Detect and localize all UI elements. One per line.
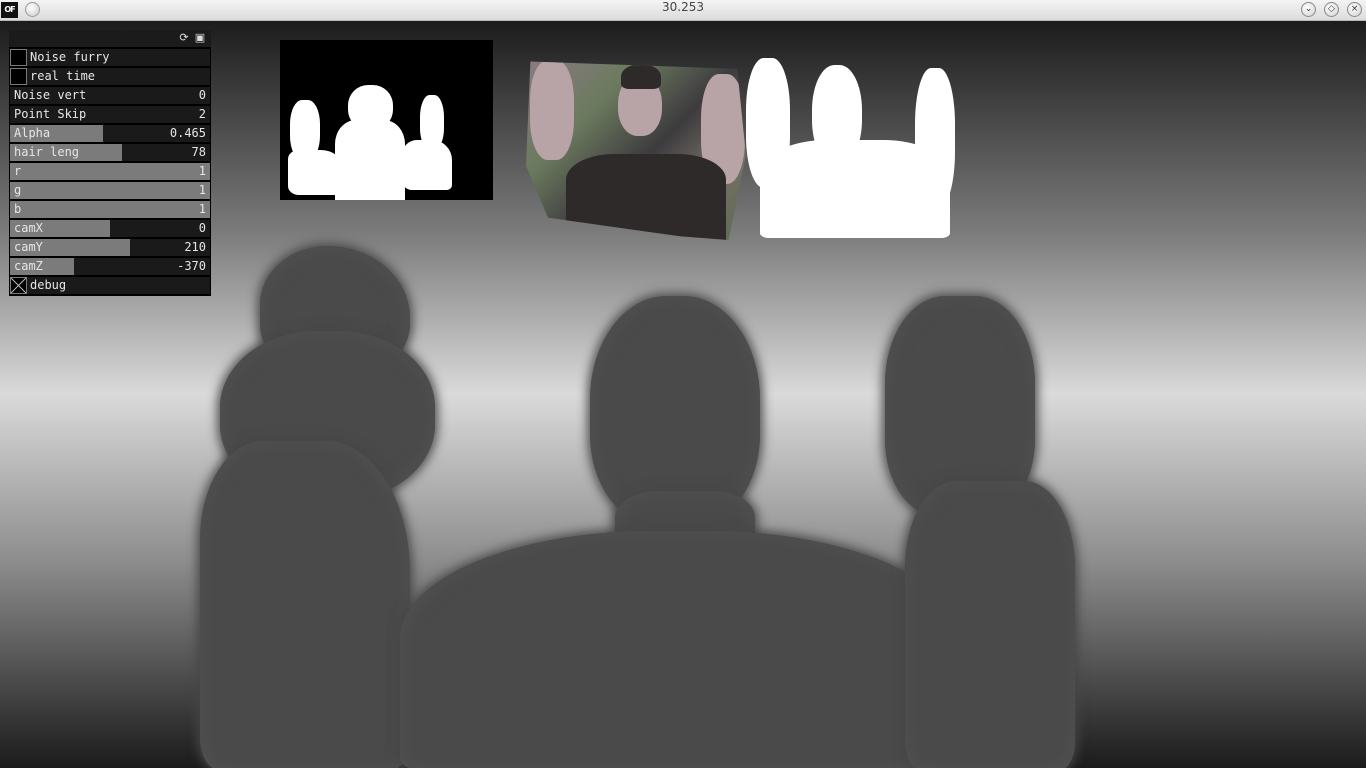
fur-right-arm — [905, 481, 1075, 768]
control-panel: ⟳ ▣ Noise furry real time Noise vert 0 P… — [9, 30, 211, 296]
toggle-real-time[interactable]: real time — [10, 68, 210, 85]
slider-point-skip[interactable]: Point Skip 2 — [10, 106, 210, 123]
control-label: Alpha — [14, 126, 51, 140]
checkbox[interactable] — [10, 277, 27, 294]
control-value: 1 — [198, 164, 206, 178]
toggle-noise-furry[interactable]: Noise furry — [10, 49, 210, 66]
slider-fill — [10, 182, 210, 199]
slider-b[interactable]: b 1 — [10, 201, 210, 218]
reload-icon[interactable]: ⟳ — [178, 31, 190, 45]
slider-alpha[interactable]: Alpha 0.465 — [10, 125, 210, 142]
control-value: 0 — [198, 88, 206, 102]
maximize-button[interactable]: ◇ — [1324, 2, 1339, 17]
save-icon[interactable]: ▣ — [194, 31, 206, 45]
fur-left-arm — [200, 441, 410, 768]
slider-g[interactable]: g 1 — [10, 182, 210, 199]
control-label: real time — [30, 69, 96, 83]
slider-cam-y[interactable]: camY 210 — [10, 239, 210, 256]
control-label: camX — [14, 221, 43, 235]
depth-map-preview — [280, 40, 493, 200]
control-value: 210 — [184, 240, 206, 254]
fur-torso — [400, 531, 960, 768]
toggle-debug[interactable]: debug — [10, 277, 210, 294]
checkbox[interactable] — [10, 68, 27, 85]
slider-cam-x[interactable]: camX 0 — [10, 220, 210, 237]
slider-r[interactable]: r 1 — [10, 163, 210, 180]
rgb-camera-preview — [526, 61, 746, 240]
control-label: camZ — [14, 259, 43, 273]
close-icon: × — [1350, 4, 1359, 14]
chevron-down-icon: ⌄ — [1304, 4, 1313, 14]
control-value: 2 — [198, 107, 206, 121]
window-title: 30.253 — [662, 0, 704, 14]
control-value: 1 — [198, 202, 206, 216]
control-value: 1 — [198, 183, 206, 197]
control-label: Noise furry — [30, 50, 110, 64]
slider-noise-vert[interactable]: Noise vert 0 — [10, 87, 210, 104]
panel-header[interactable]: ⟳ ▣ — [9, 30, 211, 49]
control-label: g — [14, 183, 22, 197]
slider-fill — [10, 163, 210, 180]
control-value: -370 — [177, 259, 206, 273]
close-button[interactable]: × — [1347, 2, 1362, 17]
control-label: b — [14, 202, 22, 216]
control-label: r — [14, 164, 22, 178]
slider-hair-length[interactable]: hair leng 78 — [10, 144, 210, 161]
window-titlebar[interactable]: OF 30.253 ⌄ ◇ × — [0, 0, 1366, 21]
control-label: debug — [30, 278, 67, 292]
checkbox[interactable] — [10, 49, 27, 66]
control-value: 78 — [191, 145, 206, 159]
control-label: hair leng — [14, 145, 80, 159]
control-label: Point Skip — [14, 107, 87, 121]
control-value: 0.465 — [169, 126, 206, 140]
control-label: camY — [14, 240, 43, 254]
diamond-icon: ◇ — [1328, 4, 1335, 14]
minimize-button[interactable]: ⌄ — [1301, 2, 1316, 17]
control-label: Noise vert — [14, 88, 87, 102]
slider-fill — [10, 201, 210, 218]
control-value: 0 — [198, 221, 206, 235]
slider-cam-z[interactable]: camZ -370 — [10, 258, 210, 275]
